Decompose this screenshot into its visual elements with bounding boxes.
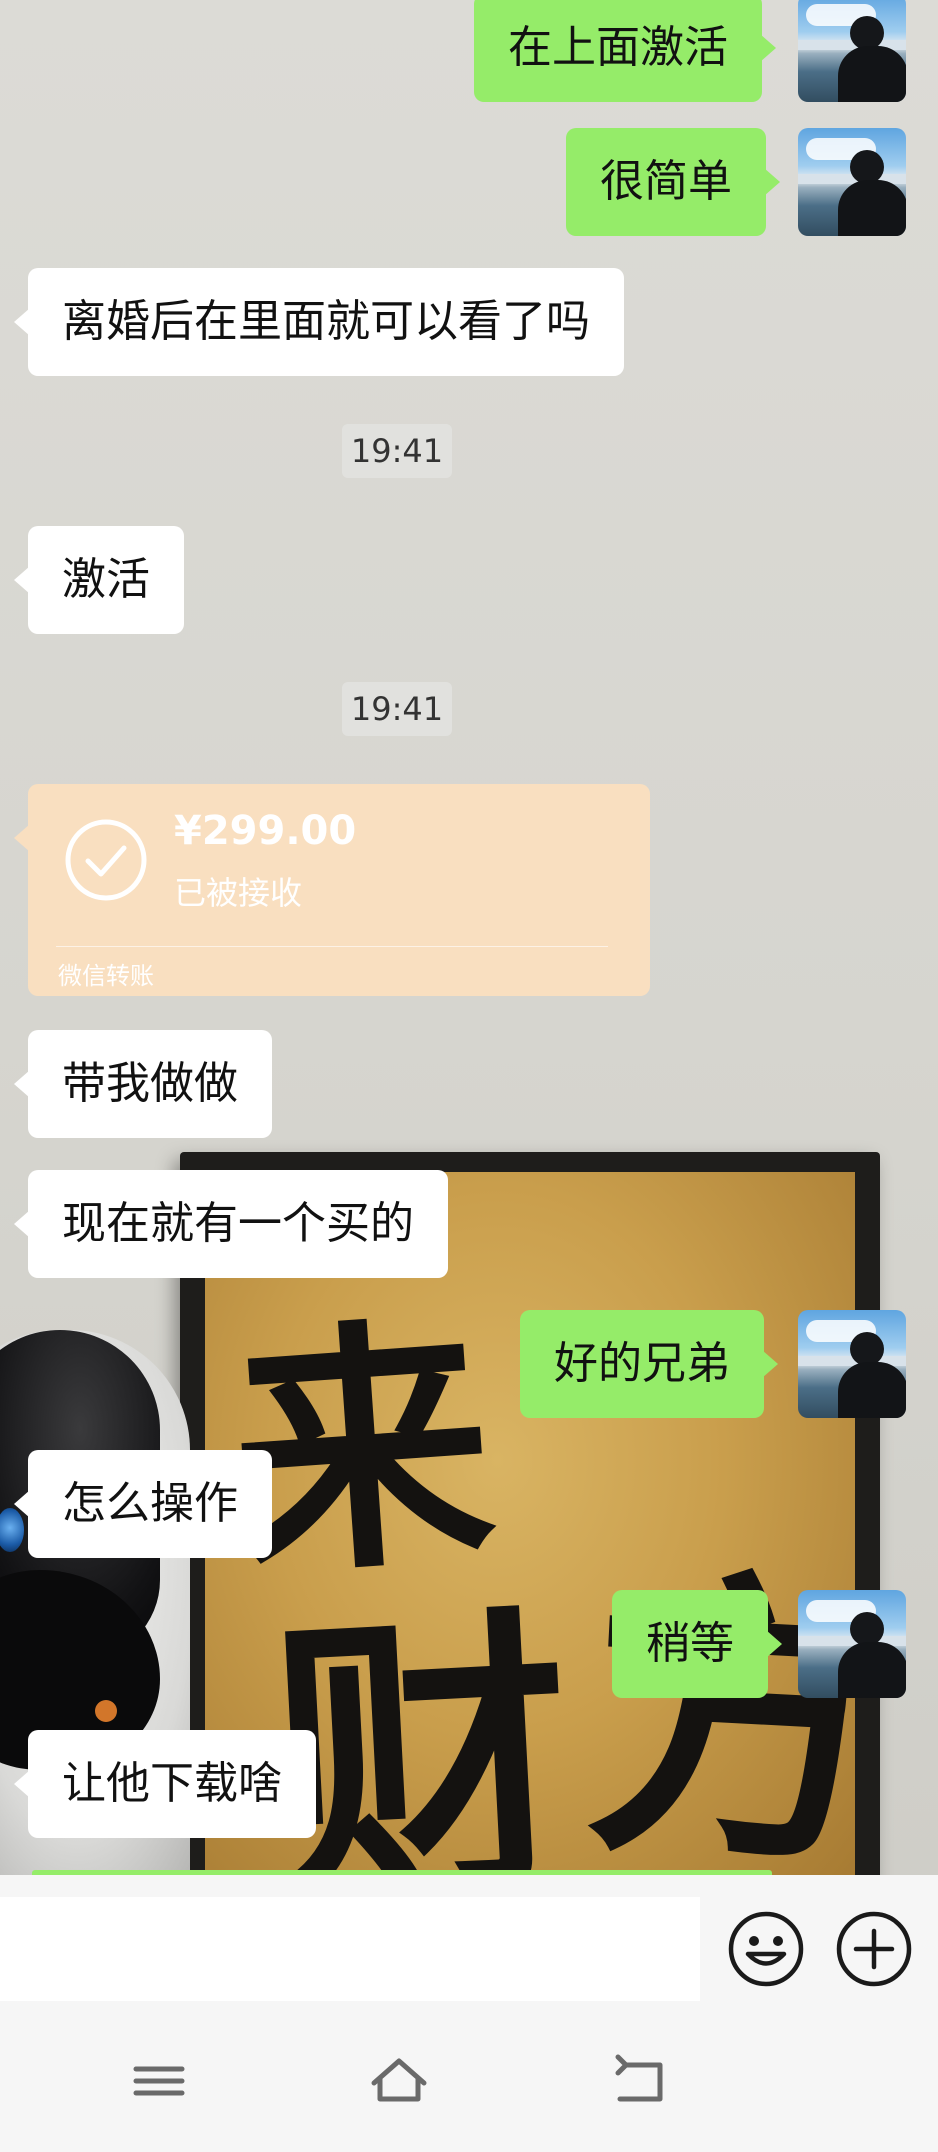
transfer-status: 已被接收 — [174, 874, 303, 912]
check-circle-icon — [65, 819, 147, 901]
back-icon[interactable] — [604, 2051, 674, 2111]
message-bubble-incoming[interactable]: 离婚后在里面就可以看了吗 — [14, 268, 624, 376]
timestamp: 19:41 — [342, 682, 452, 736]
message-bubble-incoming[interactable]: 现在就有一个买的 — [14, 1170, 448, 1278]
divider — [56, 946, 608, 947]
message-bubble-outgoing[interactable]: 好的兄弟 — [520, 1310, 778, 1418]
plus-circle-icon[interactable] — [834, 1909, 914, 1989]
home-icon[interactable] — [364, 2051, 434, 2111]
message-bubble-incoming[interactable]: 激活 — [14, 526, 184, 634]
smiley-face-icon[interactable] — [726, 1909, 806, 1989]
message-bubble-incoming[interactable]: 带我做做 — [14, 1030, 272, 1138]
figurine-badge — [95, 1700, 117, 1722]
message-bubble-incoming[interactable]: 让他下载啥 — [14, 1730, 316, 1838]
avatar[interactable] — [798, 1590, 906, 1698]
message-bubble-incoming[interactable]: 怎么操作 — [14, 1450, 272, 1558]
message-bubble-outgoing[interactable]: 稍等 — [612, 1590, 782, 1698]
system-nav-bar — [0, 2007, 938, 2152]
transfer-card[interactable]: ¥299.00 已被接收 微信转账 — [14, 784, 650, 996]
avatar[interactable] — [798, 1310, 906, 1418]
message-bubble-outgoing[interactable]: 很简单 — [566, 128, 780, 236]
input-bar — [0, 1875, 938, 2007]
transfer-amount: ¥299.00 — [174, 808, 357, 854]
message-input[interactable] — [0, 1897, 700, 2001]
avatar[interactable] — [798, 0, 906, 102]
menu-icon[interactable] — [124, 2051, 194, 2111]
timestamp: 19:41 — [342, 424, 452, 478]
transfer-label: 微信转账 — [58, 962, 154, 990]
message-bubble-outgoing[interactable]: 在上面激活 — [474, 0, 776, 102]
avatar[interactable] — [798, 128, 906, 236]
